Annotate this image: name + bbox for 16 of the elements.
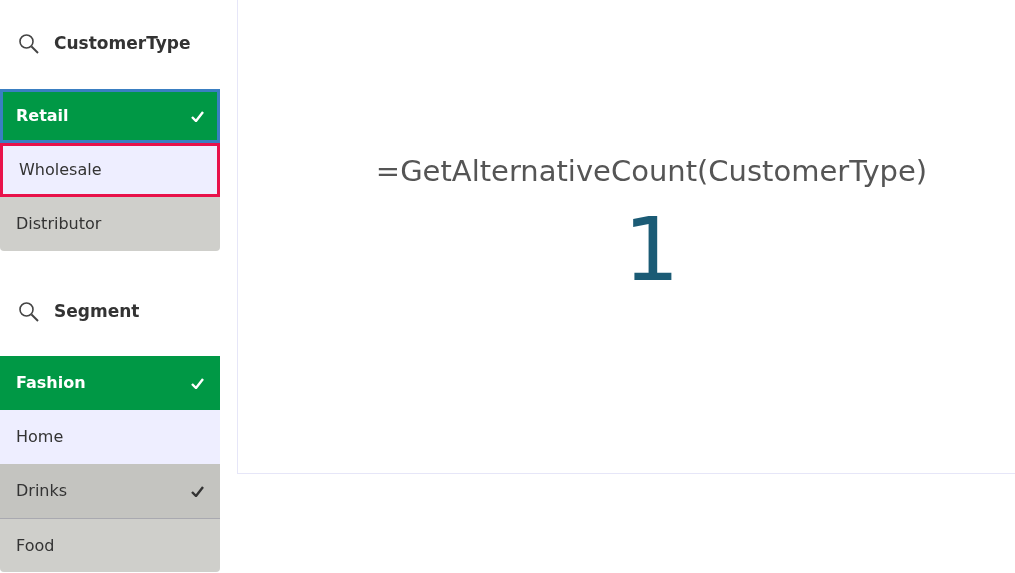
filter-title: CustomerType [54,32,191,56]
filter-title: Segment [54,300,140,324]
checkmark-icon [191,485,204,497]
filter-item[interactable]: Drinks [0,464,220,518]
filter-item[interactable]: Wholesale [0,143,220,197]
filter-item[interactable]: Food [0,518,220,572]
filter-item[interactable]: Distributor [0,197,220,251]
search-icon[interactable] [18,301,40,323]
kpi-formula: =GetAlternativeCount(CustomerType) [375,153,928,190]
search-icon[interactable] [18,33,40,55]
filter-item[interactable]: Fashion [0,356,220,410]
checkmark-icon [191,377,204,389]
kpi-value: 1 [623,205,680,294]
checkmark-icon [191,110,204,122]
filter-item[interactable]: Retail [0,89,220,143]
filter-item[interactable]: Home [0,410,220,464]
